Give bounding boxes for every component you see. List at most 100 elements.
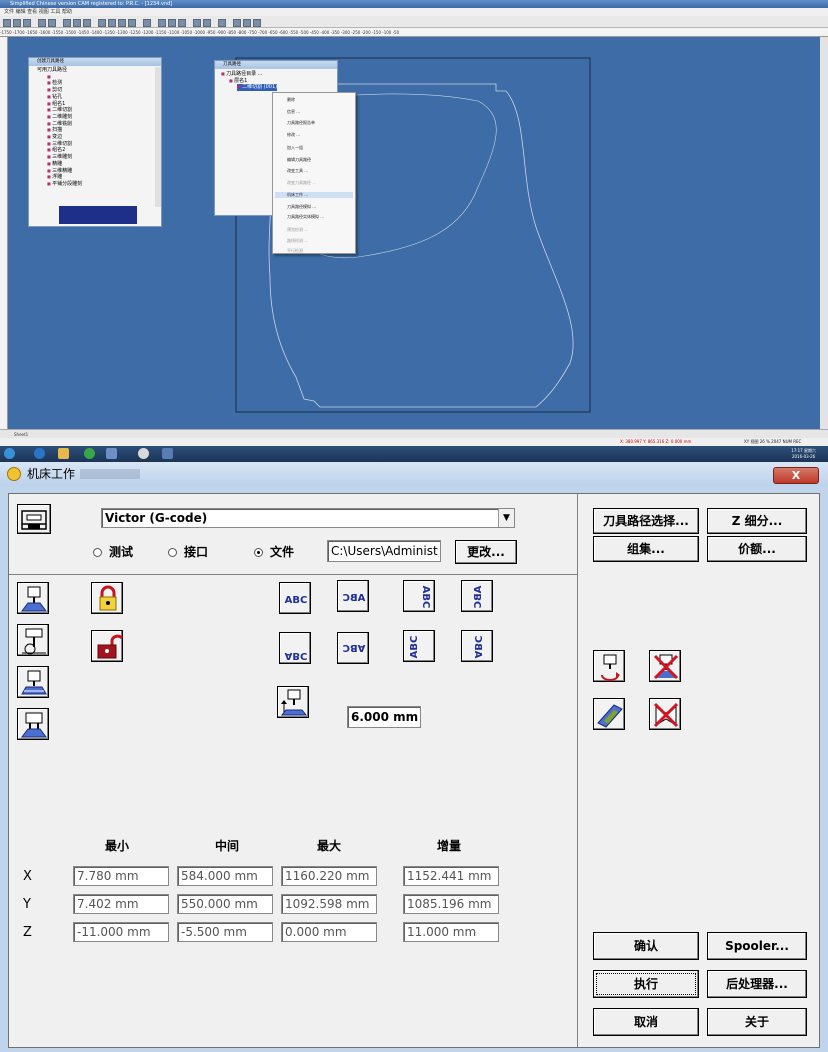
execute-button[interactable]: 执行 [593, 970, 699, 998]
zoom-out-icon[interactable] [108, 19, 116, 27]
z-increment-field[interactable]: 11.000 mm [403, 922, 499, 942]
orient-mirror-button[interactable]: ABC [337, 580, 369, 612]
tool-mill-icon[interactable] [17, 708, 49, 740]
orient-normal-button[interactable]: ABC [279, 582, 311, 614]
context-menu-item[interactable]: 改变刀具路径 ... [287, 180, 316, 186]
output-file-path[interactable]: C:\Users\Administ [327, 540, 441, 562]
paste-icon[interactable] [83, 19, 91, 27]
zoom-fit-icon[interactable] [118, 19, 126, 27]
open-file-icon[interactable] [13, 19, 21, 27]
zoom-box-icon[interactable] [128, 19, 136, 27]
tool-tree-item[interactable]: 二维雕刻 [47, 114, 82, 121]
grid-icon[interactable] [243, 19, 251, 27]
ie-icon[interactable] [34, 448, 45, 459]
toolpath-select-button[interactable]: 刀具路径选择... [593, 508, 699, 534]
orient-rotate-ccw-button[interactable]: ABC [403, 630, 435, 662]
window-taskbar-icon[interactable] [162, 448, 173, 459]
save-file-icon[interactable] [23, 19, 31, 27]
tool-engrave-icon[interactable] [17, 666, 49, 698]
tool-drill-icon[interactable] [17, 624, 49, 656]
context-menu-item[interactable]: 路线检测 ... [287, 238, 308, 244]
tool-cut-icon[interactable] [17, 582, 49, 614]
tool-tree-item[interactable]: 剪切 [47, 87, 82, 94]
tool-tree-item[interactable]: 平铺分段雕刻 [47, 181, 82, 188]
context-menu-item[interactable]: 加入一组 [287, 145, 303, 151]
y-min-field[interactable]: 7.402 mm [73, 894, 169, 914]
machine-select[interactable]: Victor (G-code) ▼ [101, 508, 515, 528]
cut-icon[interactable] [63, 19, 71, 27]
redo-icon[interactable] [48, 19, 56, 27]
x-max-field[interactable]: 1160.220 mm [281, 866, 377, 886]
y-increment-field[interactable]: 1085.196 mm [403, 894, 499, 914]
postprocessor-button[interactable]: 后处理器... [707, 970, 807, 998]
snap-icon[interactable] [253, 19, 261, 27]
z-min-field[interactable]: -11.000 mm [73, 922, 169, 942]
no-tool-change-icon[interactable] [649, 650, 681, 682]
zoom-in-icon[interactable] [98, 19, 106, 27]
x-mid-field[interactable]: 584.000 mm [177, 866, 273, 886]
group-button[interactable]: 组集... [593, 536, 699, 562]
tool-change-icon[interactable] [593, 650, 625, 682]
context-menu-item[interactable]: 刀具路径报告单 [287, 120, 315, 126]
tool-tree[interactable]: 可用刀具路径 检测剪切钻孔组名1二维切割二维雕刻二维铣削扫描变边三维切割组名2三… [37, 67, 82, 188]
radio-file[interactable] [254, 548, 263, 557]
tool-tree-item[interactable]: 浮雕 [47, 174, 82, 181]
y-max-field[interactable]: 1092.598 mm [281, 894, 377, 914]
orient-flip-button[interactable]: ABC [279, 632, 311, 664]
tool-tree-items[interactable]: 检测剪切钻孔组名1二维切割二维雕刻二维铣削扫描变边三维切割组名2三维雕刻精雕三维… [47, 74, 82, 188]
x-increment-field[interactable]: 1152.441 mm [403, 866, 499, 886]
tool-tree-item[interactable]: 三维雕刻 [47, 154, 82, 161]
safe-z-height-icon[interactable] [277, 686, 309, 718]
safe-z-input[interactable]: 6.000 mm [347, 706, 421, 728]
z-max-field[interactable]: 0.000 mm [281, 922, 377, 942]
media-icon[interactable] [84, 448, 95, 459]
tool-tree-item[interactable]: 钻孔 [47, 94, 82, 101]
orient-rotate-cw-button[interactable]: ABC [403, 580, 435, 612]
copy-icon[interactable] [73, 19, 81, 27]
context-menu-item[interactable]: 预览检测 ... [287, 227, 308, 233]
context-menu-item[interactable]: 刀具路径模拟 ... [287, 204, 316, 210]
start-button-icon[interactable] [4, 448, 15, 459]
undo-icon[interactable] [38, 19, 46, 27]
cam-app-taskbar-icon[interactable] [106, 448, 117, 459]
cancel-button[interactable]: 取消 [593, 1008, 699, 1036]
change-file-button[interactable]: 更改... [455, 540, 517, 564]
toolpath-tree[interactable]: 刀具路径目录 ... 层名1 二维切割 (001) [221, 71, 278, 92]
radio-port[interactable] [168, 548, 177, 557]
toolpath-tree-root[interactable]: 刀具路径目录 ... [221, 71, 277, 78]
spooler-button[interactable]: Spooler... [707, 932, 807, 960]
material-plate-icon[interactable] [593, 698, 625, 730]
machine-setup-icon[interactable] [17, 504, 51, 534]
app-menu-bar[interactable]: 文件 编辑 查看 视图 工具 帮助 [0, 8, 828, 16]
layer-icon[interactable] [233, 19, 241, 27]
help-icon[interactable] [218, 19, 226, 27]
toolpath-icon[interactable] [178, 19, 186, 27]
lock-closed-icon[interactable] [91, 582, 123, 614]
orient-rotate-180-button[interactable]: ABC [337, 632, 369, 664]
folder-icon[interactable] [58, 448, 69, 459]
tool-tree-root[interactable]: 可用刀具路径 [37, 67, 67, 73]
sheet-tab[interactable]: Sheet1 [14, 432, 28, 437]
context-menu-item[interactable]: 机床工作 ... [275, 192, 353, 198]
z-mid-field[interactable]: -5.500 mm [177, 922, 273, 942]
tool-tree-item[interactable]: 二维切割 [47, 107, 82, 114]
tool-tree-scrollbar[interactable] [155, 67, 161, 207]
context-menu-item[interactable]: 删除 [287, 97, 295, 103]
context-menu-item[interactable]: 修改 ... [287, 132, 300, 138]
about-button[interactable]: 关于 [707, 1008, 807, 1036]
chevron-down-icon[interactable]: ▼ [498, 509, 514, 527]
orient-rotate-cw-mirror-button[interactable]: ABC [461, 580, 493, 612]
canvas-vertical-scrollbar[interactable] [820, 37, 828, 429]
line-tool-icon[interactable] [143, 19, 151, 27]
radio-test[interactable] [93, 548, 102, 557]
system-clock[interactable]: 17:17 星期六 2016-03-26 [791, 448, 816, 460]
tool-tree-item[interactable]: 变边 [47, 134, 82, 141]
x-min-field[interactable]: 7.780 mm [73, 866, 169, 886]
y-mid-field[interactable]: 550.000 mm [177, 894, 273, 914]
lock-open-icon[interactable] [91, 630, 124, 662]
select-tool-icon[interactable] [158, 19, 166, 27]
z-detail-button[interactable]: Z 细分... [707, 508, 807, 534]
tool-tree-item[interactable]: 精雕 [47, 161, 82, 168]
node-edit-icon[interactable] [168, 19, 176, 27]
print-icon[interactable] [193, 19, 201, 27]
